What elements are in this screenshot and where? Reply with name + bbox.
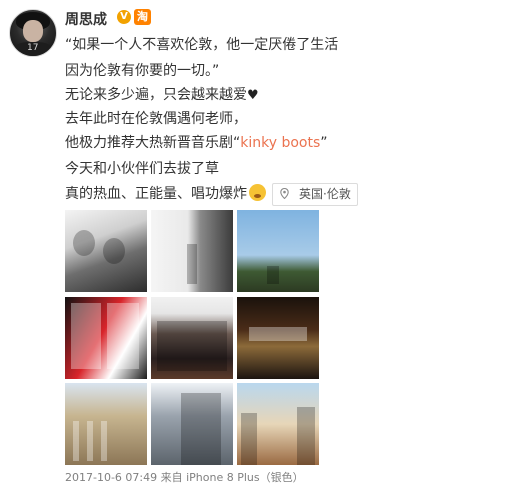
- post-line-5-post: ”: [320, 135, 328, 151]
- photo-thumbnail-7[interactable]: [65, 383, 147, 465]
- post-line-2: 因为伦敦有你要的一切。”: [65, 63, 220, 79]
- photo-thumbnail-6[interactable]: [237, 297, 319, 379]
- post-line-3-text: 无论来多少遍，只会越来越爱: [65, 87, 247, 103]
- location-pin-icon: [280, 188, 289, 199]
- photo-thumbnail-5[interactable]: [151, 297, 233, 379]
- location-tag[interactable]: 英国·伦敦: [272, 183, 358, 206]
- post-line-4: 去年此时在伦敦偶遇何老师，: [65, 111, 247, 127]
- member-icon[interactable]: 淘: [134, 9, 151, 25]
- photo-thumbnail-9[interactable]: [237, 383, 319, 465]
- photo-thumbnail-2[interactable]: [151, 210, 233, 292]
- post-line-5: 他极力推荐大热新晋音乐剧“kinky boots”: [65, 134, 328, 152]
- shock-emoji-icon: [249, 184, 266, 201]
- post-line-7: 真的热血、正能量、唱功爆炸: [65, 184, 266, 203]
- post-meta: 2017-10-6 07:49 来自 iPhone 8 Plus（银色）: [65, 471, 304, 484]
- post-line-5-pre: 他极力推荐大热新晋音乐剧“: [65, 135, 241, 151]
- heart-icon: ♥: [247, 88, 259, 103]
- photo-thumbnail-4[interactable]: [65, 297, 147, 379]
- post-line-6: 今天和小伙伴们去拔了草: [65, 161, 219, 177]
- post-line-3: 无论来多少遍，只会越来越爱♥: [65, 86, 259, 105]
- photo-thumbnail-1[interactable]: [65, 210, 147, 292]
- post-line-1: “如果一个人不喜欢伦敦，他一定厌倦了生活: [65, 37, 339, 53]
- photo-thumbnail-3[interactable]: [237, 210, 319, 292]
- kinky-boots-link[interactable]: kinky boots: [240, 135, 320, 151]
- username[interactable]: 周思成: [65, 9, 107, 29]
- location-label: 英国·伦敦: [299, 187, 351, 201]
- photo-thumbnail-8[interactable]: [151, 383, 233, 465]
- verified-icon: V: [117, 10, 131, 24]
- post-line-7-text: 真的热血、正能量、唱功爆炸: [65, 186, 247, 202]
- avatar[interactable]: 17: [9, 9, 57, 57]
